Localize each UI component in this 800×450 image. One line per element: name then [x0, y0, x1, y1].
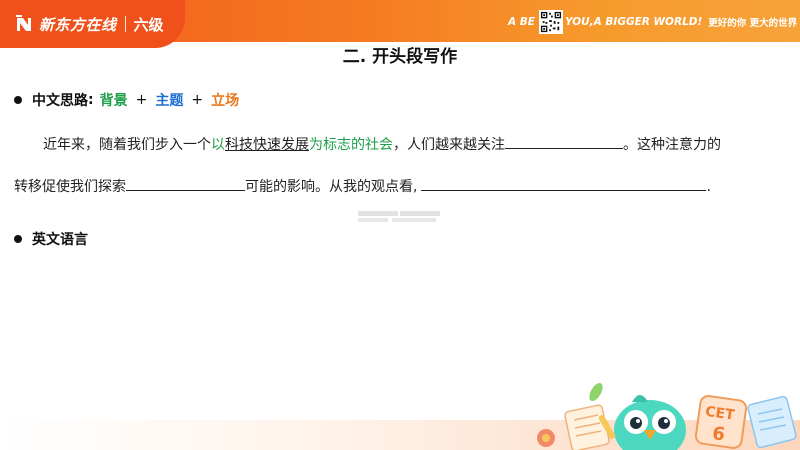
fill-in-blank: [505, 133, 623, 149]
chinese-approach-label: 中文思路: [32, 93, 88, 109]
fill-in-blank: [126, 175, 245, 191]
text-segment: .: [706, 179, 711, 195]
keyword-theme: 主题: [155, 93, 184, 109]
plus-sign: +: [191, 92, 204, 108]
top-banner: 新东方在线 六级 A BE YOU,A BIGGER WORLD! 更好的你 更…: [0, 0, 800, 48]
chinese-approach-row: 中文思路 : 背景 + 主题 + 立场: [14, 90, 239, 110]
slogan: A BE YOU,A BIGGER WORLD! 更好的你 更大的世界: [508, 10, 797, 34]
parrot-mascot-icon: CET 6: [537, 382, 797, 450]
section-title: 二. 开头段写作: [342, 47, 458, 67]
english-language-row: 英文语言: [14, 229, 88, 249]
underlined-segment: 科技快速发展: [225, 137, 309, 153]
paragraph-line-1: 近年来，随着我们步入一个以科技快速发展为标志的社会，人们越来越关注 。这种注意力的: [14, 133, 774, 157]
plus-sign: +: [135, 92, 148, 108]
highlight-segment: 为标志的社会: [309, 137, 393, 153]
slogan-chinese: 更好的你 更大的世界: [708, 18, 798, 29]
fill-in-blank: [421, 175, 707, 191]
brand-divider: [124, 16, 126, 32]
text-segment: 。这种注意力的: [623, 137, 721, 153]
keyword-background: 背景: [99, 93, 128, 109]
brand-tab: 新东方在线 六级: [0, 0, 185, 48]
template-paragraph: 近年来，随着我们步入一个以科技快速发展为标志的社会，人们越来越关注 。这种注意力的…: [14, 133, 774, 199]
bullet-dot: [14, 235, 22, 243]
course-level: 六级: [133, 15, 164, 34]
paragraph-line-2: 转移促使我们探索 可能的影响。从我的观点看,.: [14, 175, 774, 199]
bullet-dot: [14, 96, 22, 104]
new-oriental-logo-icon: [16, 15, 31, 31]
keyword-position: 立场: [211, 93, 240, 109]
qr-code-icon: [538, 10, 563, 34]
watermark: [358, 211, 440, 222]
brand-name: 新东方在线: [39, 15, 117, 34]
text-segment: 转移促使我们探索: [14, 179, 126, 195]
text-segment: 近年来，随着我们步入一个: [43, 137, 211, 153]
slogan-left: A BE: [508, 16, 535, 28]
english-language-label: 英文语言: [32, 232, 88, 248]
highlight-segment: 以: [211, 137, 225, 153]
text-segment: ，人们越来越关注: [393, 137, 505, 153]
colon: :: [88, 92, 94, 108]
slogan-right: YOU,A BIGGER WORLD!: [564, 16, 703, 28]
text-segment: 可能的影响。从我的观点看,: [245, 179, 418, 195]
